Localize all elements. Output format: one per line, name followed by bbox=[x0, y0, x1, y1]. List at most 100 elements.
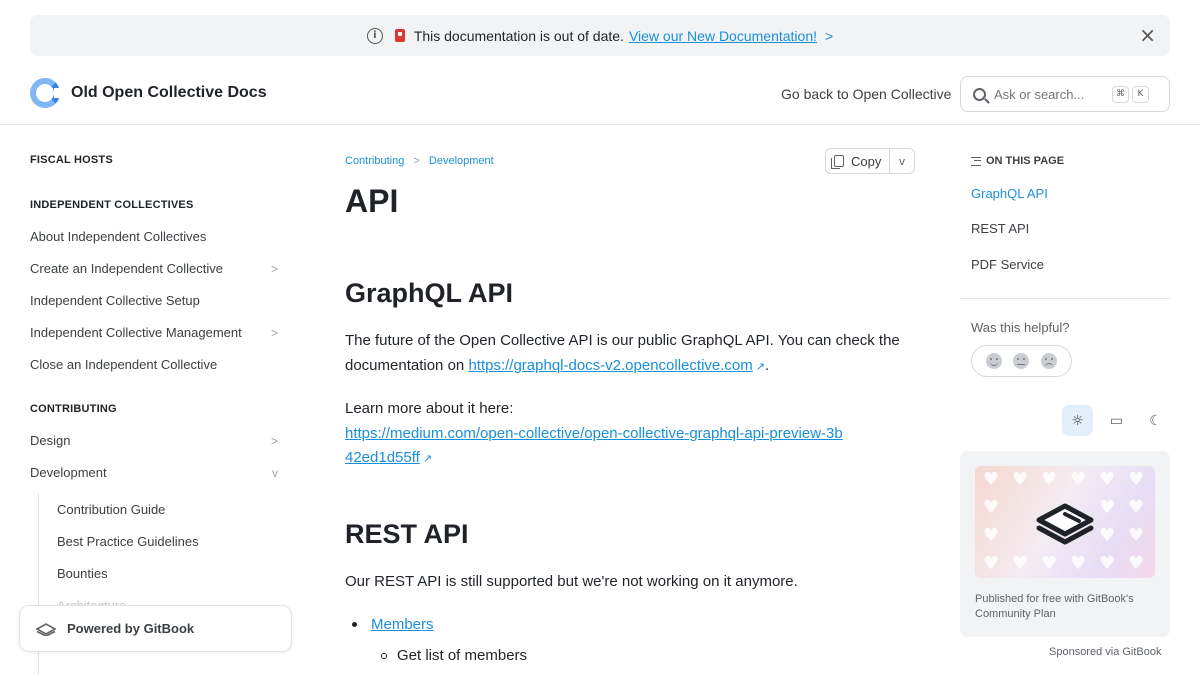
monitor-icon[interactable]: ▭ bbox=[1101, 405, 1132, 436]
neutral-face-icon[interactable] bbox=[1013, 353, 1030, 369]
back-to-open-collective-link[interactable]: Go back to Open Collective bbox=[781, 86, 951, 102]
site-title[interactable]: Old Open Collective Docs bbox=[71, 84, 267, 102]
heart-icon: ♥ bbox=[983, 525, 1000, 546]
sponsored-via-gitbook-label: Sponsored via GitBook bbox=[1049, 646, 1162, 658]
announcement-banner: i This documentation is out of date. Vie… bbox=[30, 15, 1170, 56]
members-link[interactable]: Members bbox=[371, 616, 434, 633]
chevron-right-icon[interactable]: > bbox=[271, 434, 278, 448]
sad-face-icon[interactable] bbox=[1041, 353, 1058, 369]
heart-icon: ♥ bbox=[1070, 469, 1087, 490]
heart-icon: ♥ bbox=[1099, 553, 1116, 574]
sidebar-item-label: Independent Collective Setup bbox=[30, 293, 200, 308]
powered-by-gitbook-button[interactable]: Powered by GitBook bbox=[19, 605, 292, 652]
feedback-rating bbox=[971, 345, 1072, 377]
sidebar-item-development[interactable]: Development v bbox=[30, 465, 282, 480]
toc-item-pdf-service[interactable]: PDF Service bbox=[971, 257, 1044, 272]
was-this-helpful-label: Was this helpful? bbox=[971, 320, 1070, 335]
heart-icon: ♥ bbox=[1041, 553, 1058, 574]
open-collective-logo[interactable] bbox=[30, 78, 62, 108]
heart-icon: ♥ bbox=[1099, 497, 1116, 518]
search-icon bbox=[973, 87, 986, 101]
sidebar-item-label: Independent Collective Management bbox=[30, 325, 242, 340]
sidebar-item-label: Development bbox=[30, 465, 107, 480]
chevron-right-icon: > bbox=[825, 27, 834, 44]
sidebar-item-about-independent-collectives[interactable]: About Independent Collectives bbox=[30, 229, 282, 244]
learn-more-paragraph: Learn more about it here: https://medium… bbox=[345, 397, 905, 472]
sidebar-item-contribution-guide[interactable]: Contribution Guide bbox=[57, 502, 165, 517]
sidebar-item-close-independent-collective[interactable]: Close an Independent Collective bbox=[30, 357, 282, 372]
graphql-docs-link[interactable]: https://graphql-docs-v2.opencollective.c… bbox=[468, 357, 752, 374]
heart-icon: ♥ bbox=[983, 469, 1000, 490]
moon-icon[interactable]: ☾ bbox=[1140, 405, 1171, 436]
gitbook-logo-icon bbox=[1036, 503, 1094, 545]
info-icon: i bbox=[366, 27, 383, 44]
sponsor-text: Published for free with GitBook's Commun… bbox=[975, 593, 1134, 620]
chevron-right-icon: > bbox=[413, 155, 420, 167]
breadcrumb-contributing[interactable]: Contributing bbox=[345, 155, 404, 167]
list-item: Get list of members bbox=[381, 647, 527, 664]
happy-face-icon[interactable] bbox=[985, 353, 1002, 369]
on-this-page-heading: ON THIS PAGE bbox=[971, 155, 1064, 167]
sidebar-item-best-practice-guidelines[interactable]: Best Practice Guidelines bbox=[57, 534, 199, 549]
heart-icon: ♥ bbox=[1099, 525, 1116, 546]
sidebar-item-independent-collective-management[interactable]: Independent Collective Management > bbox=[30, 325, 282, 340]
sun-icon[interactable]: ☼ bbox=[1062, 405, 1093, 436]
sidebar-nav: FISCAL HOSTS INDEPENDENT COLLECTIVES Abo… bbox=[30, 125, 292, 675]
graphql-paragraph: The future of the Open Collective API is… bbox=[345, 332, 900, 374]
heart-icon: ♥ bbox=[983, 497, 1000, 518]
search-box[interactable]: ⌘ K bbox=[960, 76, 1170, 112]
copy-label: Copy bbox=[851, 153, 882, 169]
sidebar-item-independent-collective-setup[interactable]: Independent Collective Setup bbox=[30, 293, 282, 308]
heart-icon: ♥ bbox=[1041, 469, 1058, 490]
chevron-down-icon[interactable]: v bbox=[890, 155, 914, 168]
heart-icon: ♥ bbox=[1128, 497, 1145, 518]
list-item: Members bbox=[352, 616, 434, 633]
sidebar-item-label: Close an Independent Collective bbox=[30, 357, 218, 372]
sidebar-item-create-independent-collective[interactable]: Create an Independent Collective > bbox=[30, 261, 282, 276]
sponsor-image: ♥ ♥ ♥ ♥ ♥ ♥ ♥ ♥ ♥ ♥ ♥ ♥ ♥ ♥ ♥ ♥ ♥ ♥ bbox=[975, 466, 1155, 578]
copy-icon bbox=[831, 155, 844, 169]
site-header: Old Open Collective Docs Go back to Open… bbox=[0, 64, 1200, 125]
chevron-down-icon[interactable]: v bbox=[272, 466, 278, 480]
toc-item-rest-api[interactable]: REST API bbox=[971, 221, 1029, 236]
list-icon bbox=[971, 156, 981, 166]
heart-icon: ♥ bbox=[1128, 469, 1145, 490]
medium-article-link[interactable]: https://medium.com/open-collective/open-… bbox=[345, 425, 843, 467]
bullet-dot bbox=[352, 622, 357, 627]
new-docs-link[interactable]: View our New Documentation! bbox=[629, 28, 817, 44]
copy-button[interactable]: Copy bbox=[826, 149, 890, 173]
breadcrumb: Contributing > Development bbox=[345, 155, 494, 167]
k-key-badge: K bbox=[1132, 85, 1149, 103]
heart-icon: ♥ bbox=[1012, 469, 1029, 490]
page-title: API bbox=[345, 183, 399, 219]
sidebar-item-label: About Independent Collectives bbox=[30, 229, 207, 244]
toc-item-graphql-api[interactable]: GraphQL API bbox=[971, 186, 1048, 201]
breadcrumb-development[interactable]: Development bbox=[429, 155, 494, 167]
heart-icon: ♥ bbox=[983, 553, 1000, 574]
section-independent-collectives[interactable]: INDEPENDENT COLLECTIVES bbox=[30, 199, 194, 211]
powered-by-label: Powered by GitBook bbox=[67, 621, 195, 636]
chevron-right-icon[interactable]: > bbox=[271, 326, 278, 340]
bullet-ring bbox=[381, 652, 387, 659]
external-link-icon: ↗ bbox=[422, 452, 433, 465]
heart-icon: ♥ bbox=[1128, 525, 1145, 546]
banner-message: This documentation is out of date. bbox=[413, 27, 624, 44]
heart-icon: ♥ bbox=[1099, 469, 1116, 490]
close-icon[interactable]: × bbox=[1139, 24, 1156, 46]
gitbook-sponsor-card[interactable]: ♥ ♥ ♥ ♥ ♥ ♥ ♥ ♥ ♥ ♥ ♥ ♥ ♥ ♥ ♥ ♥ ♥ ♥ Publ… bbox=[960, 451, 1170, 637]
sidebar-item-design[interactable]: Design > bbox=[30, 433, 282, 448]
section-contributing[interactable]: CONTRIBUTING bbox=[30, 403, 117, 415]
graphql-api-heading: GraphQL API bbox=[345, 278, 514, 308]
chevron-right-icon[interactable]: > bbox=[271, 262, 278, 276]
search-input[interactable] bbox=[994, 86, 1109, 102]
warning-flag-icon bbox=[394, 29, 405, 42]
command-key-badge: ⌘ bbox=[1112, 85, 1129, 103]
section-fiscal-hosts[interactable]: FISCAL HOSTS bbox=[30, 154, 113, 166]
rest-api-heading: REST API bbox=[345, 519, 469, 549]
heart-icon: ♥ bbox=[1128, 553, 1145, 574]
copy-page-button[interactable]: Copy v bbox=[825, 148, 915, 174]
heart-icon: ♥ bbox=[1070, 553, 1087, 574]
rest-paragraph: Our REST API is still supported but we'r… bbox=[345, 573, 798, 590]
toc-heading-label: ON THIS PAGE bbox=[986, 155, 1065, 167]
sidebar-item-bounties[interactable]: Bounties bbox=[57, 566, 108, 581]
